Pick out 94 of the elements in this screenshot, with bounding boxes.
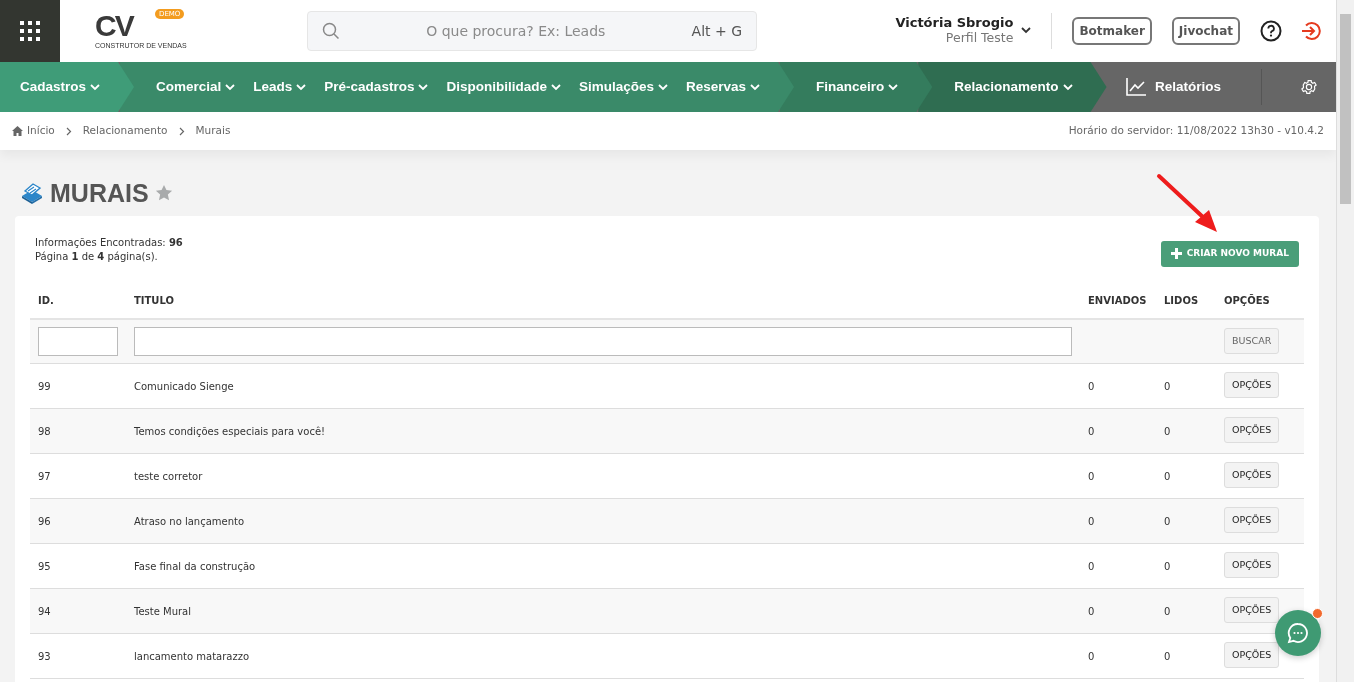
column-header: ID. xyxy=(30,292,126,319)
table-cell: lancamento matarazzo xyxy=(134,650,250,662)
chevron-down-icon xyxy=(550,83,561,91)
page-title: MURAIS xyxy=(50,178,149,208)
nav-menu-item[interactable]: Disponibilidade xyxy=(446,76,561,98)
table-cell: Atraso no lançamento xyxy=(134,515,245,527)
nav-menu-item[interactable]: Simulações xyxy=(578,76,668,98)
nav-menu-item[interactable]: Pré-cadastros xyxy=(324,76,429,98)
options-button[interactable]: OPÇÕES xyxy=(1224,642,1280,669)
nav-menu-item[interactable]: Financeiro xyxy=(816,76,899,98)
logout-icon[interactable] xyxy=(1300,20,1322,42)
table-cell: 95 xyxy=(38,560,51,572)
nav-menu-item[interactable]: Cadastros xyxy=(20,76,101,98)
table-cell: 0 xyxy=(1088,515,1095,527)
nav-menu-item[interactable]: Comercial xyxy=(156,76,236,98)
summary-text: Página 1 de 4 página(s). xyxy=(35,250,159,264)
table-cell: 0 xyxy=(1088,380,1095,392)
search-button[interactable]: BUSCAR xyxy=(1224,328,1280,355)
column-header: OPÇÕES xyxy=(1216,292,1304,319)
chevron-down-icon xyxy=(750,83,760,91)
chevron-right-icon xyxy=(178,126,185,136)
user-name: Victória Sbrogio xyxy=(895,16,1014,32)
options-button[interactable]: OPÇÕES xyxy=(1224,507,1280,534)
column-header: LIDOS xyxy=(1156,292,1216,319)
table-cell: 96 xyxy=(38,515,51,527)
chevron-down-icon xyxy=(657,83,668,91)
options-button[interactable]: OPÇÕES xyxy=(1224,417,1280,444)
table-cell: 0 xyxy=(1164,380,1171,392)
table-cell: 0 xyxy=(1164,425,1171,437)
options-button[interactable]: OPÇÕES xyxy=(1224,372,1280,399)
column-header: ENVIADOS xyxy=(1080,292,1156,319)
table-cell: 93 xyxy=(38,650,51,662)
favorite-star-icon[interactable] xyxy=(154,184,173,202)
search-field[interactable]: O que procura? Ex: Leads xyxy=(340,19,692,43)
create-mural-button[interactable]: CRIAR NOVO MURAL xyxy=(1160,241,1299,267)
chevron-down-icon xyxy=(418,83,429,91)
stacked-papers-icon xyxy=(20,182,44,204)
table-cell: 94 xyxy=(38,605,51,617)
table-cell: 0 xyxy=(1164,560,1171,572)
grid-icon xyxy=(18,19,42,43)
table-cell: Fase final da construção xyxy=(134,560,256,572)
table-cell: 97 xyxy=(38,470,51,482)
line-chart-icon xyxy=(1125,78,1146,96)
chevron-down-icon xyxy=(296,83,307,91)
breadcrumb-link[interactable]: Relacionamento xyxy=(82,123,168,139)
options-button[interactable]: OPÇÕES xyxy=(1224,462,1280,489)
summary-text: Informações Encontradas: 96 xyxy=(35,236,183,250)
settings-icon[interactable] xyxy=(1300,78,1318,96)
plus-icon xyxy=(1170,248,1182,260)
chevron-right-icon xyxy=(65,126,72,136)
nav-menu-item[interactable]: Relacionamento xyxy=(954,76,1073,98)
help-icon[interactable] xyxy=(1260,20,1282,42)
nav-menu-item[interactable]: Leads xyxy=(253,76,307,98)
annotation-arrow xyxy=(1155,172,1219,234)
reports-link[interactable]: Relatórios xyxy=(1125,62,1221,112)
search-icon xyxy=(322,22,340,40)
user-profile: Perfil Teste xyxy=(944,31,1014,46)
scrollbar[interactable] xyxy=(1336,0,1354,682)
chevron-down-icon xyxy=(90,83,101,91)
table-cell: 0 xyxy=(1164,470,1171,482)
chevron-down-icon xyxy=(1021,27,1032,35)
table-cell: 0 xyxy=(1088,470,1095,482)
home-icon xyxy=(12,126,23,136)
table-cell: 0 xyxy=(1088,605,1095,617)
table-cell: 0 xyxy=(1088,650,1095,662)
chat-bubble-icon xyxy=(1287,622,1309,644)
apps-menu-button[interactable] xyxy=(0,0,60,62)
chevron-down-icon xyxy=(225,83,236,91)
breadcrumb-current-page: Murais xyxy=(195,123,231,139)
table-cell: 0 xyxy=(1164,650,1171,662)
table-cell: Teste Mural xyxy=(134,605,191,617)
chat-service-button[interactable]: Botmaker xyxy=(1072,17,1152,45)
server-time: Horário do servidor: 11/08/2022 13h30 - v10.4.2 xyxy=(1068,123,1324,139)
options-button[interactable]: OPÇÕES xyxy=(1224,597,1280,624)
id-filter-field[interactable] xyxy=(38,326,118,356)
column-header: TITULO xyxy=(126,292,1080,319)
breadcrumb-link[interactable]: Início xyxy=(27,123,55,139)
table-cell: Comunicado Sienge xyxy=(134,380,234,392)
table-cell: 0 xyxy=(1088,425,1095,437)
table-cell: 0 xyxy=(1164,515,1171,527)
options-button[interactable]: OPÇÕES xyxy=(1224,552,1280,579)
table-cell: teste corretor xyxy=(134,470,203,482)
table-cell: 0 xyxy=(1088,560,1095,572)
shortcut-hint: Alt + G xyxy=(691,21,742,41)
table-cell: 99 xyxy=(38,380,51,392)
chat-service-button[interactable]: Jivochat xyxy=(1171,17,1240,45)
chevron-down-icon xyxy=(888,83,899,91)
chevron-down-icon xyxy=(1062,83,1073,91)
title-filter-field[interactable] xyxy=(134,326,1072,356)
table-cell: 98 xyxy=(38,425,51,437)
table-cell: Temos condições especiais para você! xyxy=(134,425,326,437)
nav-menu-item[interactable]: Reservas xyxy=(685,76,760,98)
search-bar[interactable]: O que procura? Ex: Leads Alt + G xyxy=(307,11,757,51)
table-cell: 0 xyxy=(1164,605,1171,617)
